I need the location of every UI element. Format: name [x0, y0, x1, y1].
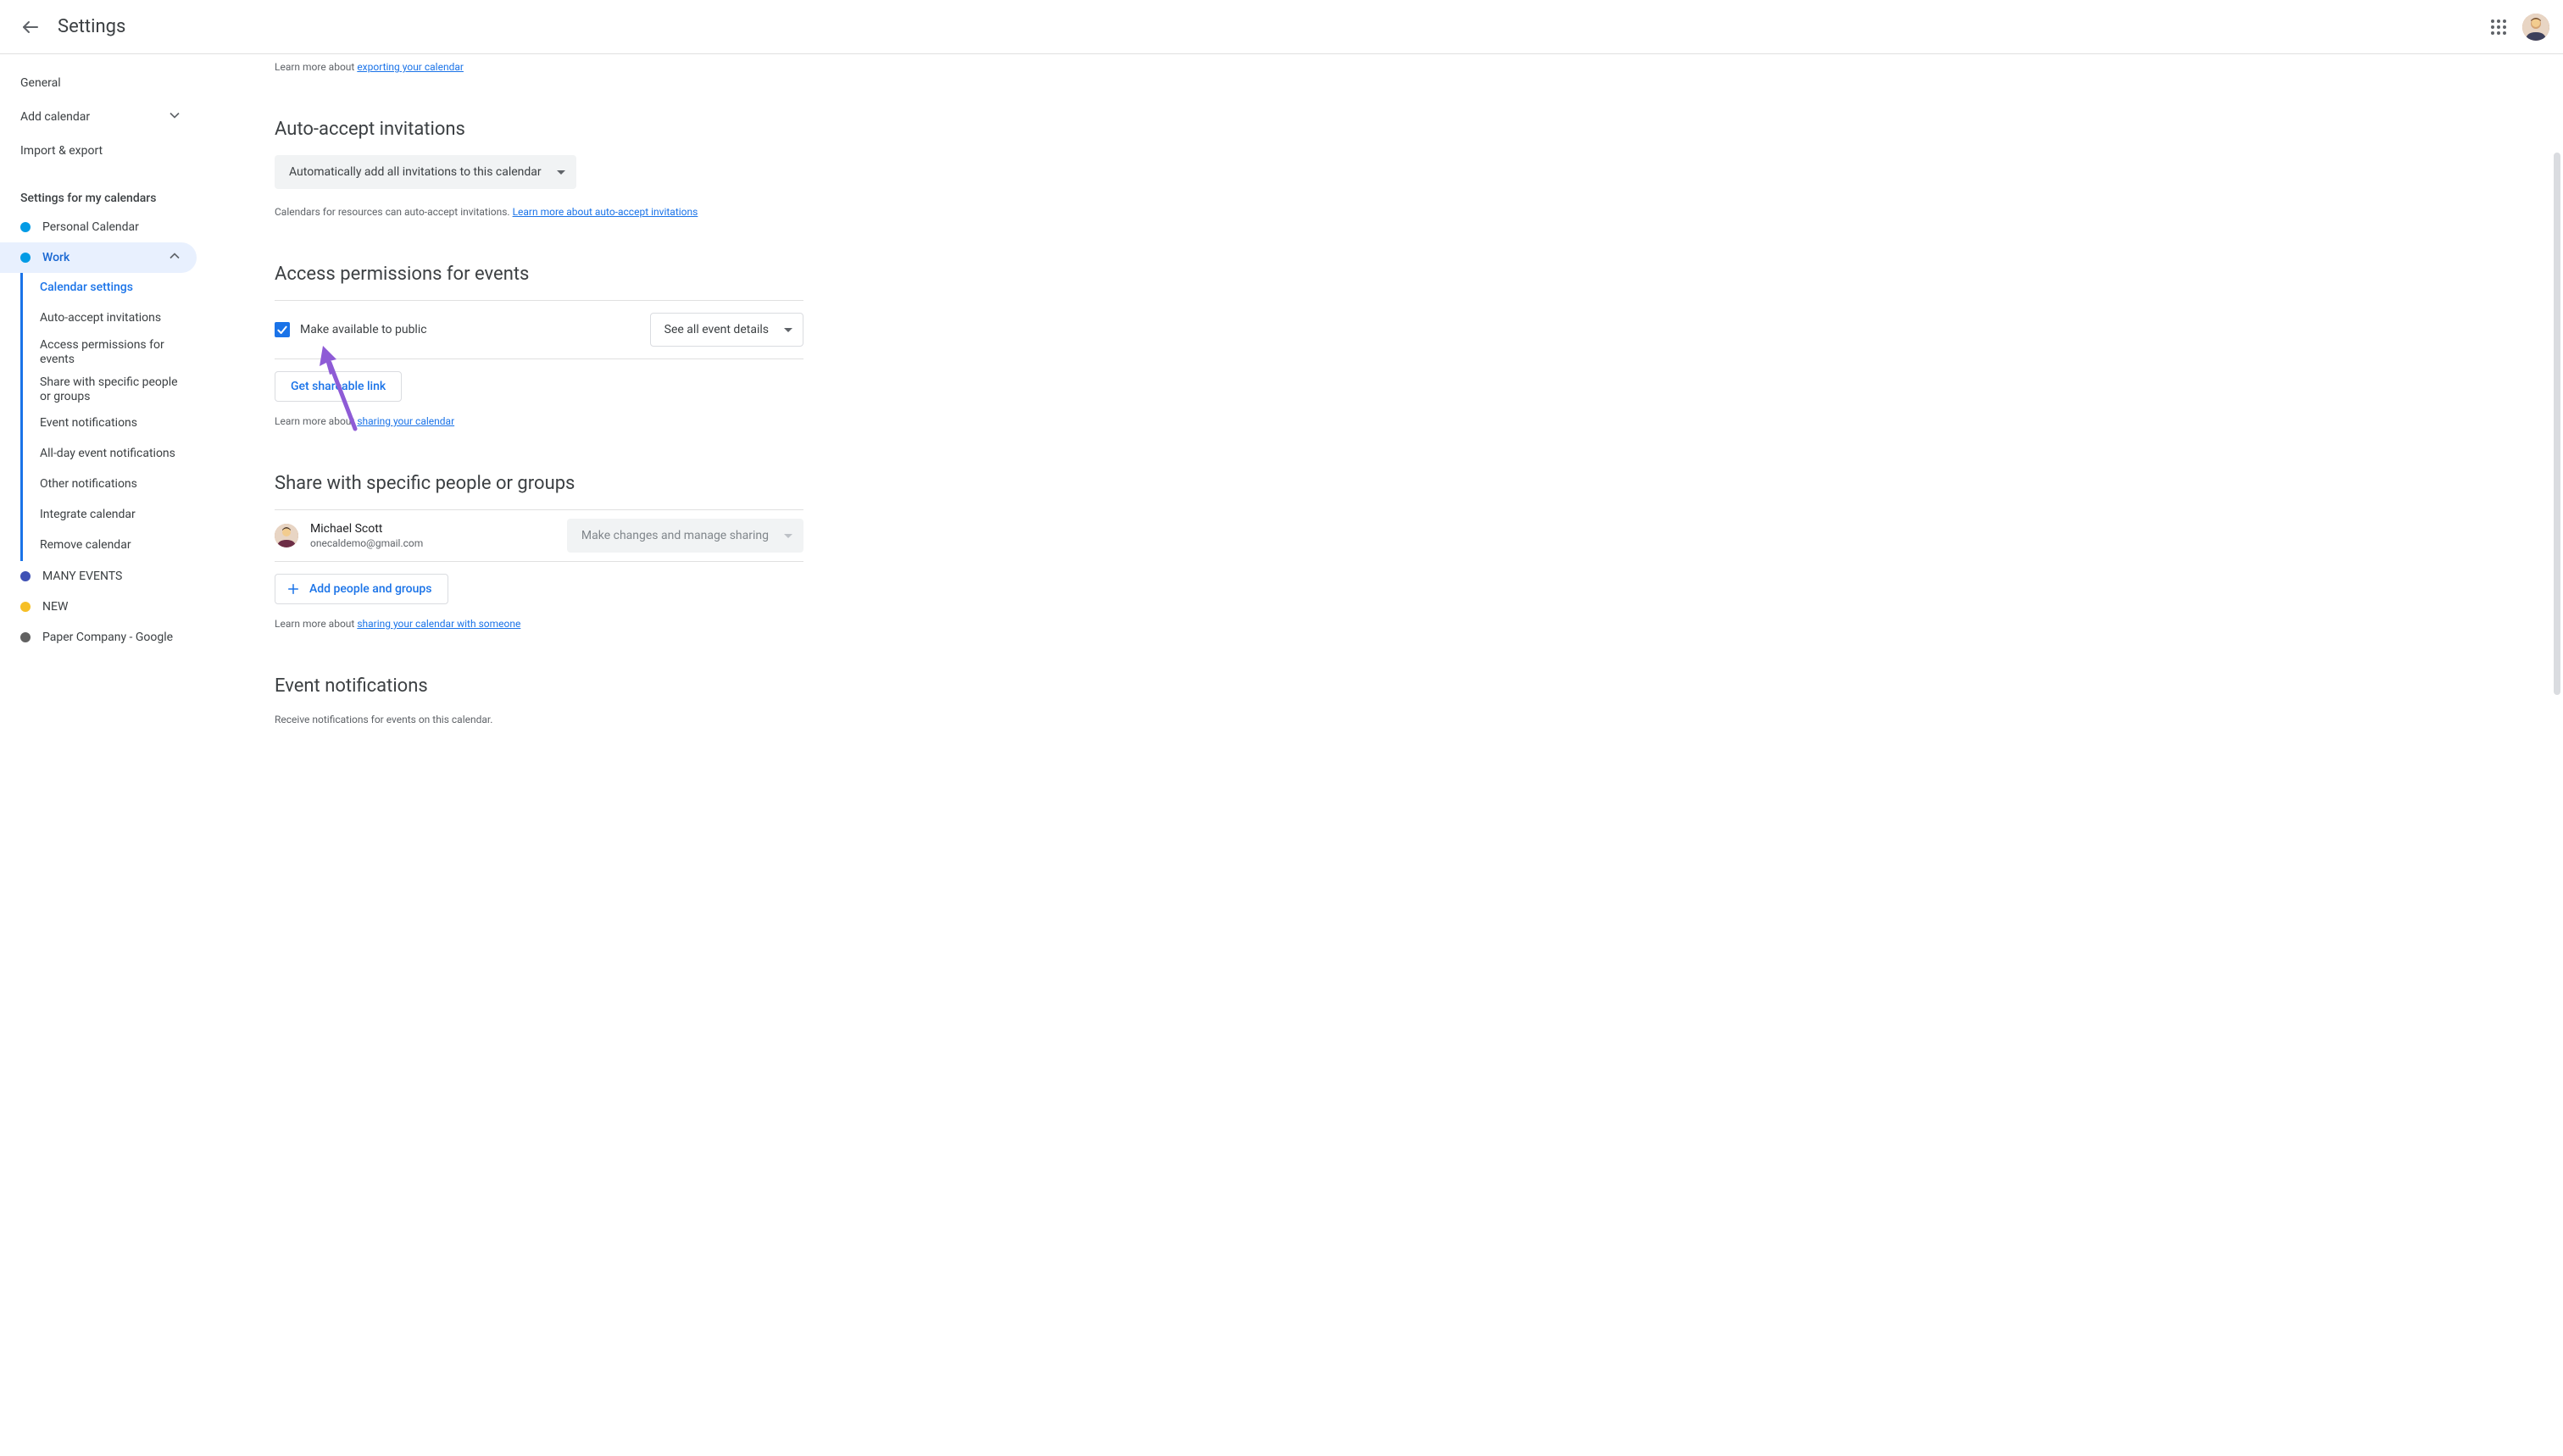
- share-person-avatar: [275, 524, 298, 547]
- page-title: Settings: [58, 16, 125, 37]
- helper-text-prefix: Learn more about: [275, 61, 357, 73]
- sidebar-sub-allday-notifications[interactable]: All-day event notifications: [23, 439, 197, 470]
- sidebar-sub-label: Other notifications: [40, 477, 137, 492]
- sidebar-sub-label: Auto-accept invitations: [40, 311, 161, 326]
- sidebar-sub-label: Share with specific people or groups: [40, 375, 183, 405]
- avatar-icon: [2522, 14, 2549, 41]
- sidebar-sub-label: Remove calendar: [40, 538, 131, 553]
- avatar-icon: [275, 524, 298, 547]
- sidebar-sub-label: Integrate calendar: [40, 508, 136, 523]
- calendar-color-dot: [20, 602, 31, 612]
- sidebar-item-general[interactable]: General: [0, 66, 197, 100]
- sidebar-sub-label: All-day event notifications: [40, 447, 175, 462]
- helper-text-prefix: Calendars for resources can auto-accept …: [275, 206, 513, 218]
- auto-accept-helper: Calendars for resources can auto-accept …: [275, 204, 803, 220]
- sidebar-sub-label: Calendar settings: [40, 281, 133, 296]
- sidebar-sub-label: Access permissions for events: [40, 338, 183, 368]
- scrollbar-thumb[interactable]: [2554, 153, 2560, 695]
- button-label: Add people and groups: [309, 582, 432, 596]
- make-public-label: Make available to public: [300, 323, 640, 336]
- chevron-up-icon: [166, 247, 183, 268]
- select-value: See all event details: [664, 323, 769, 336]
- auto-accept-learn-more-link[interactable]: Learn more about auto-accept invitations: [513, 206, 698, 218]
- sidebar: General Add calendar Import & export Set…: [0, 54, 220, 1456]
- sidebar-sub-integrate[interactable]: Integrate calendar: [23, 500, 197, 531]
- calendar-color-dot: [20, 632, 31, 642]
- apps-grid-icon: [2488, 17, 2509, 37]
- sidebar-sub-access-permissions[interactable]: Access permissions for events: [23, 334, 197, 371]
- check-icon: [275, 323, 289, 336]
- sidebar-calendar-new[interactable]: NEW: [0, 592, 197, 622]
- share-with-someone-link[interactable]: sharing your calendar with someone: [357, 618, 520, 630]
- add-people-button[interactable]: Add people and groups: [275, 574, 448, 604]
- calendar-color-dot: [20, 222, 31, 232]
- visibility-select[interactable]: See all event details: [650, 313, 803, 347]
- sidebar-item-label: MANY EVENTS: [42, 570, 183, 583]
- sidebar-sub-share-people[interactable]: Share with specific people or groups: [23, 371, 197, 408]
- dropdown-icon: [784, 534, 792, 538]
- sidebar-item-label: Work: [42, 251, 166, 264]
- sidebar-section-heading: Settings for my calendars: [0, 168, 220, 212]
- sidebar-calendar-personal[interactable]: Personal Calendar: [0, 212, 197, 242]
- sidebar-calendar-work[interactable]: Work: [0, 242, 197, 273]
- select-value: Make changes and manage sharing: [581, 529, 769, 542]
- sidebar-item-label: General: [20, 76, 183, 90]
- sidebar-item-label: Personal Calendar: [42, 220, 183, 234]
- helper-text-prefix: Learn more about: [275, 415, 357, 427]
- section-title-share: Share with specific people or groups: [275, 473, 803, 494]
- helper-text-prefix: Learn more about: [275, 618, 357, 630]
- share-person-info: Michael Scott onecaldemo@gmail.com: [310, 522, 555, 549]
- google-apps-button[interactable]: [2482, 10, 2516, 44]
- sidebar-sub-auto-accept[interactable]: Auto-accept invitations: [23, 303, 197, 334]
- sidebar-sub-remove[interactable]: Remove calendar: [23, 531, 197, 561]
- main-content: Learn more about exporting your calendar…: [220, 54, 831, 1456]
- share-person-row: Michael Scott onecaldemo@gmail.com Make …: [275, 509, 803, 562]
- export-link[interactable]: exporting your calendar: [357, 61, 464, 73]
- dropdown-icon: [557, 170, 565, 175]
- calendar-color-dot: [20, 571, 31, 581]
- back-button[interactable]: [14, 10, 47, 44]
- share-helper: Learn more about sharing your calendar w…: [275, 616, 803, 631]
- sidebar-sub-label: Event notifications: [40, 416, 137, 431]
- access-public-row: Make available to public See all event d…: [275, 301, 803, 359]
- section-title-access: Access permissions for events: [275, 264, 803, 285]
- calendar-color-dot: [20, 253, 31, 263]
- auto-accept-select[interactable]: Automatically add all invitations to thi…: [275, 155, 576, 189]
- sidebar-calendar-paper-company[interactable]: Paper Company - Google: [0, 622, 197, 653]
- chevron-down-icon: [166, 107, 183, 127]
- section-title-auto-accept: Auto-accept invitations: [275, 119, 803, 140]
- sidebar-item-label: Add calendar: [20, 110, 166, 124]
- sidebar-item-add-calendar[interactable]: Add calendar: [0, 100, 197, 134]
- sidebar-item-import-export[interactable]: Import & export: [0, 134, 197, 168]
- sharing-learn-more-link[interactable]: sharing your calendar: [357, 415, 454, 427]
- topbar: Settings: [0, 0, 2563, 54]
- plus-icon: [286, 581, 301, 597]
- make-public-checkbox[interactable]: [275, 322, 290, 337]
- dropdown-icon: [784, 328, 792, 332]
- sidebar-calendar-many-events[interactable]: MANY EVENTS: [0, 561, 197, 592]
- select-value: Automatically add all invitations to thi…: [289, 165, 542, 179]
- export-helper: Learn more about exporting your calendar: [275, 59, 803, 75]
- sidebar-item-label: Import & export: [20, 144, 183, 158]
- access-helper: Learn more about sharing your calendar: [275, 414, 803, 429]
- access-permissions-box: Make available to public See all event d…: [275, 300, 803, 359]
- sidebar-item-label: Paper Company - Google: [42, 631, 183, 644]
- sidebar-sub-other-notifications[interactable]: Other notifications: [23, 470, 197, 500]
- share-person-email: onecaldemo@gmail.com: [310, 537, 555, 549]
- share-person-name: Michael Scott: [310, 522, 555, 536]
- button-label: Get shareable link: [291, 380, 386, 393]
- share-permission-select[interactable]: Make changes and manage sharing: [567, 519, 803, 553]
- sidebar-work-sublist: Calendar settings Auto-accept invitation…: [20, 273, 220, 561]
- section-title-notifications: Event notifications: [275, 675, 803, 697]
- get-shareable-link-button[interactable]: Get shareable link: [275, 371, 402, 402]
- sidebar-sub-event-notifications[interactable]: Event notifications: [23, 408, 197, 439]
- arrow-left-icon: [20, 17, 41, 37]
- account-avatar[interactable]: [2522, 14, 2549, 41]
- notifications-helper: Receive notifications for events on this…: [275, 712, 803, 727]
- sidebar-item-label: NEW: [42, 600, 183, 614]
- sidebar-sub-calendar-settings[interactable]: Calendar settings: [23, 273, 197, 303]
